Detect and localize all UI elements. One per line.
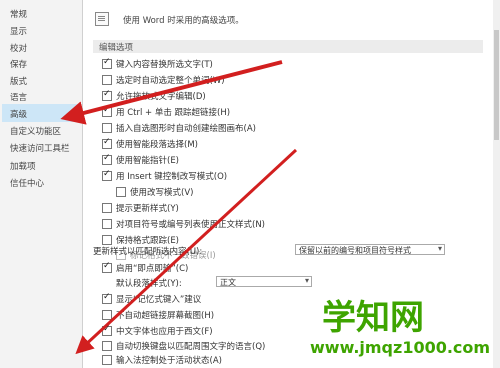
option-label: 允许拖放式文字编辑(D) [116,92,206,102]
checkbox[interactable] [102,235,112,245]
checkbox[interactable] [102,341,112,351]
scrollbar-thumb[interactable] [494,30,499,140]
sidebar-item-language[interactable]: 语言 [10,91,27,103]
default-style-label: 默认段落样式(Y): [116,279,182,289]
option-label: 选定时自动选定整个单词(W) [116,76,225,86]
checkbox[interactable] [102,355,112,365]
checkbox[interactable] [102,292,112,304]
option-label: 启用“即点即输”(C) [116,264,189,274]
sidebar-item-addins[interactable]: 加载项 [10,160,36,172]
options-icon [95,12,109,26]
checkbox[interactable] [102,310,112,320]
option-label: 显示“记忆式键入”建议 [116,295,202,305]
sidebar-item-trust-center[interactable]: 信任中心 [10,177,44,189]
checkbox[interactable] [116,187,126,197]
option-label: 用 Ctrl + 单击 跟踪超链接(H) [116,108,231,118]
sidebar-item-save[interactable]: 保存 [10,58,27,70]
option-label: 用 Insert 键控制改写模式(O) [116,172,228,182]
section-title: 编辑选项 [99,43,134,53]
style-update-select[interactable]: 保留以前的编号和项目符号样式 [295,244,445,255]
option-label: 提示更新样式(Y) [116,204,179,214]
header-description: 使用 Word 时采用的高级选项。 [123,16,244,26]
option-label: 使用智能指针(E) [116,156,180,166]
sidebar-item-customize-ribbon[interactable]: 自定义功能区 [10,125,61,137]
sidebar-item-layout[interactable]: 版式 [10,75,27,87]
checkbox[interactable] [102,137,112,149]
vertical-scrollbar[interactable] [493,0,500,368]
option-label: 不自动超链接屏幕截图(H) [116,311,215,321]
checkbox[interactable] [102,203,112,213]
option-label: 键入内容替换所选文字(T) [116,60,213,70]
option-label: 插入自选图形时自动创建绘图画布(A) [116,124,256,134]
style-update-label: 更新样式以匹配所选内容(U): [93,247,203,257]
checkbox[interactable] [102,219,112,229]
checkbox[interactable] [102,123,112,133]
checkbox[interactable] [102,324,112,336]
advanced-options-panel: 使用 Word 时采用的高级选项。 编辑选项 键入内容替换所选文字(T) 选定时… [83,0,493,368]
sidebar-item-advanced[interactable]: 高级 [10,108,27,120]
default-style-select[interactable]: 正文 [216,276,312,287]
option-label: 输入法控制处于活动状态(A) [116,356,222,366]
sidebar-item-quick-access[interactable]: 快速访问工具栏 [10,142,70,154]
checkbox[interactable] [102,153,112,165]
option-label: 自动切换键盘以匹配周围文字的语言(Q) [116,342,266,352]
option-label: 中文字体也应用于西文(F) [116,327,213,337]
checkbox[interactable] [102,57,112,69]
sidebar-item-proofing[interactable]: 校对 [10,42,27,54]
checkbox[interactable] [102,75,112,85]
checkbox[interactable] [102,105,112,117]
option-label: 使用智能段落选择(M) [116,140,198,150]
sidebar-item-display[interactable]: 显示 [10,25,27,37]
watermark-url: www.jmqz1000.com [310,338,491,357]
checkbox[interactable] [102,89,112,101]
options-sidebar: 常规 显示 校对 保存 版式 语言 高级 自定义功能区 快速访问工具栏 加载项 … [0,0,83,368]
option-label: 对项目符号或编号列表使用正文样式(N) [116,220,265,230]
sidebar-item-general[interactable]: 常规 [10,8,27,20]
checkbox[interactable] [102,261,112,273]
checkbox[interactable] [102,169,112,181]
option-label: 使用改写模式(V) [130,188,194,198]
watermark-title: 学知网 [322,298,424,338]
section-header: 编辑选项 [93,40,483,53]
